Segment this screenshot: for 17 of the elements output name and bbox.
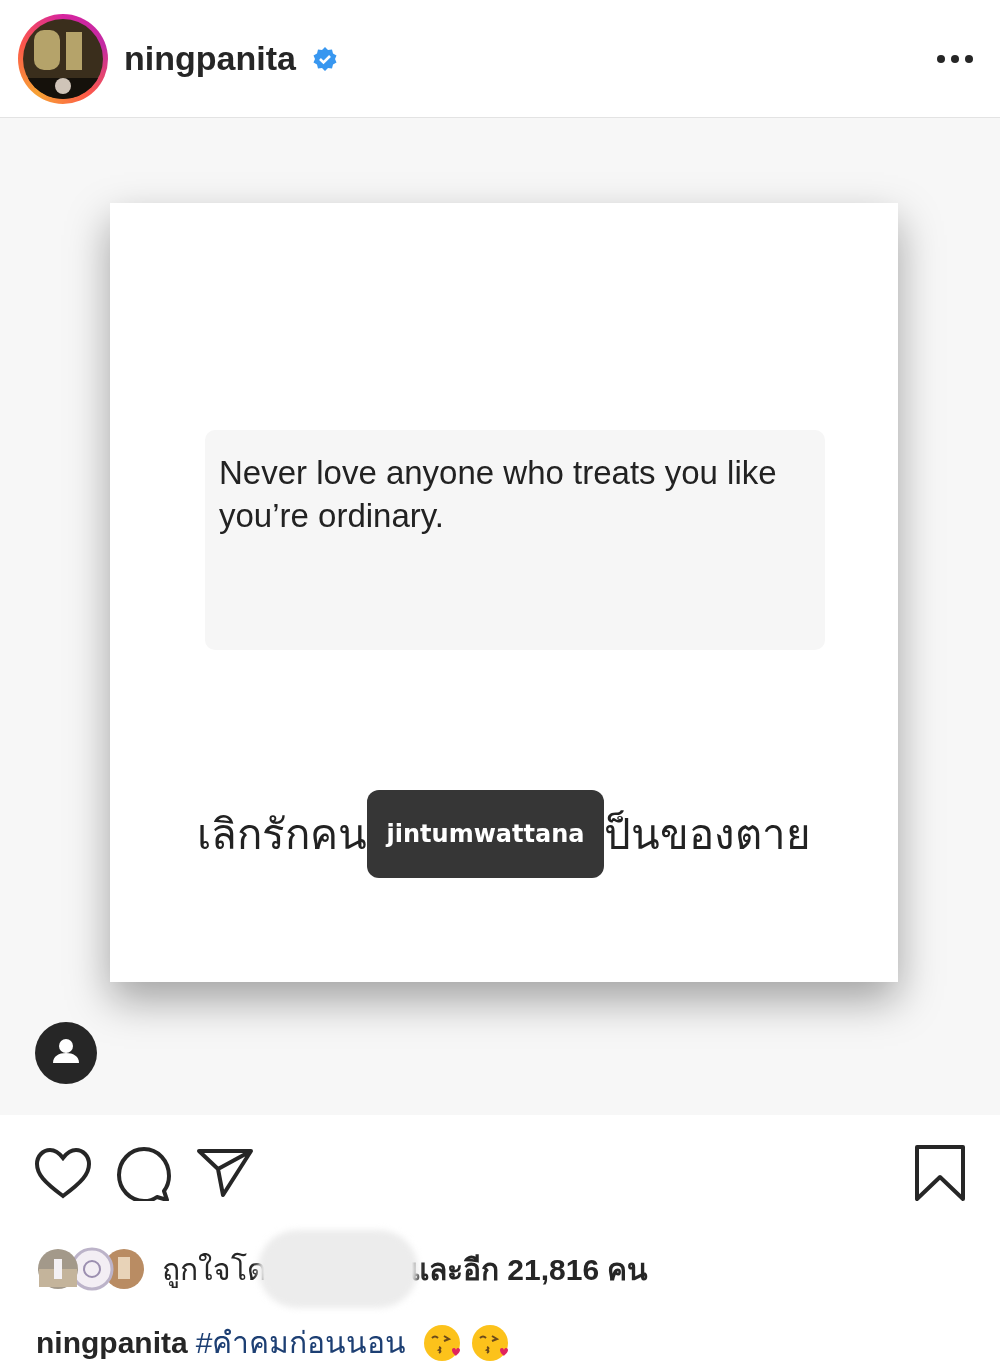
- caption-username[interactable]: ningpanita: [36, 1320, 188, 1363]
- bookmark-icon[interactable]: [914, 1143, 966, 1202]
- comment-icon[interactable]: [116, 1144, 172, 1201]
- send-icon[interactable]: [196, 1146, 254, 1199]
- heart-icon[interactable]: [34, 1145, 92, 1200]
- username[interactable]: ningpanita: [124, 33, 296, 84]
- kissing-face-icon: [470, 1322, 511, 1363]
- more-options-icon[interactable]: [936, 53, 974, 64]
- hashtag-link[interactable]: #คำคมก่อนนอน: [195, 1320, 407, 1363]
- thai-text: ป็นของตาย: [604, 808, 812, 861]
- kissing-face-icon: [422, 1322, 463, 1363]
- liked-by-text: ถูกใจโด: [162, 1251, 266, 1290]
- thai-text: เลิกรักคน: [196, 808, 367, 861]
- person-tag-icon[interactable]: [34, 1021, 98, 1085]
- quote-text: Never love anyone who treats you like you’re ordinary.: [219, 453, 778, 536]
- likes-count[interactable]: และอีก 21,816 คน: [410, 1246, 649, 1292]
- user-tag[interactable]: jintumwattana: [366, 790, 605, 878]
